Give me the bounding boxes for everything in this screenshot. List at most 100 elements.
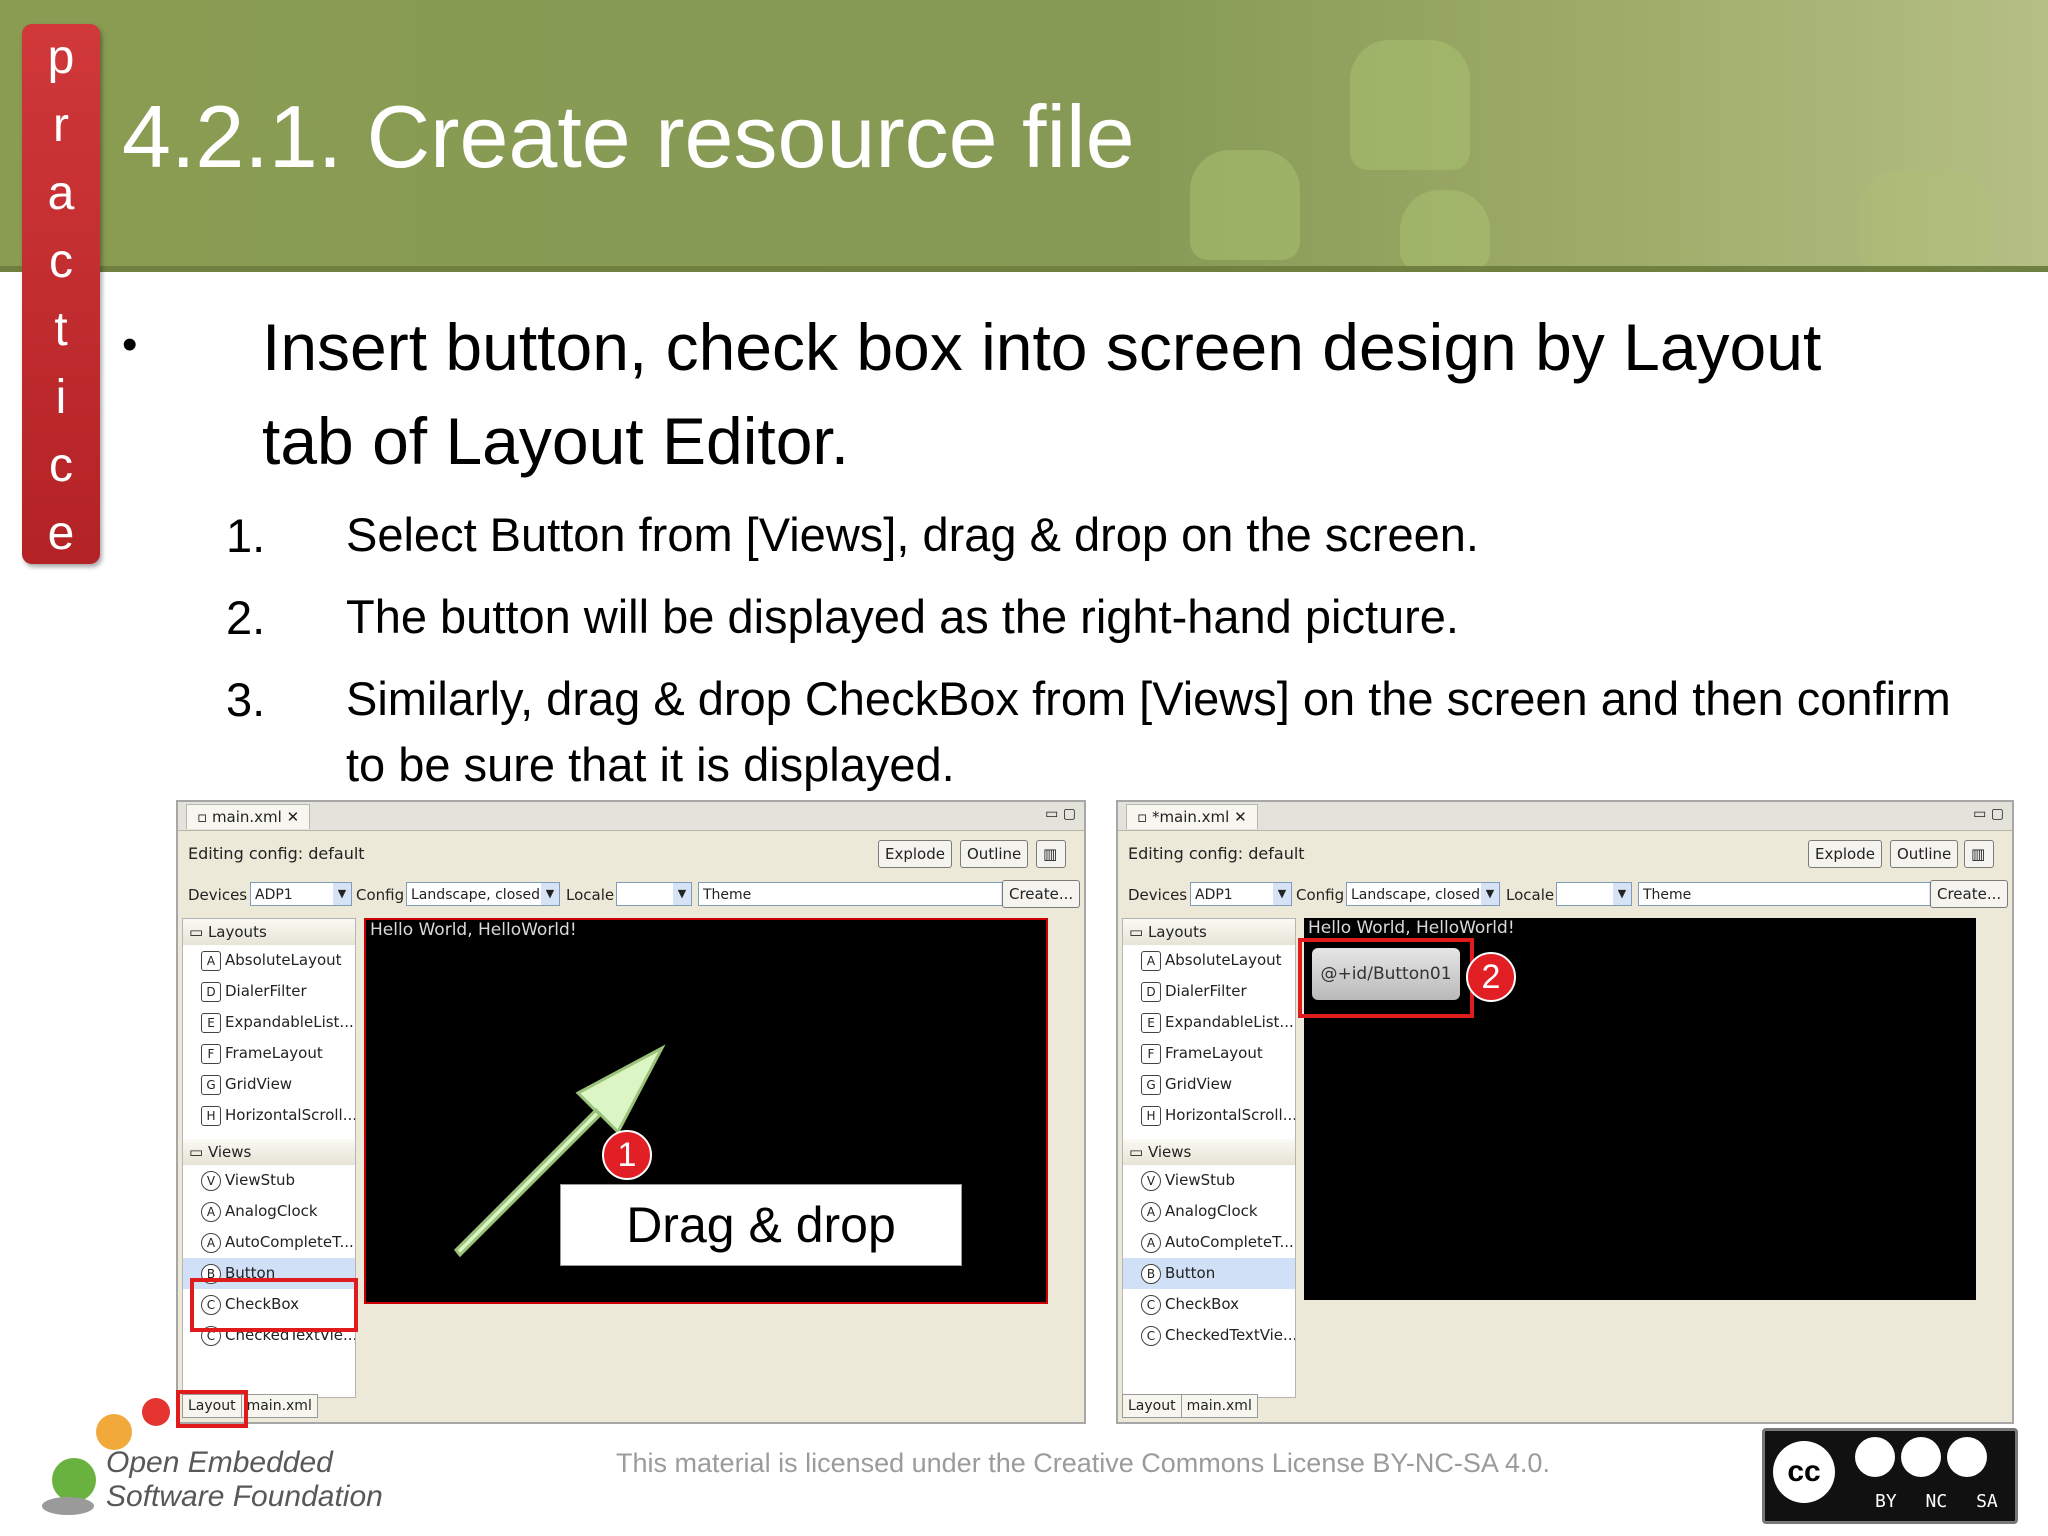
views-section-header[interactable]: ▭ Views <box>1123 1139 1295 1165</box>
sharealike-icon <box>1947 1437 1987 1477</box>
logo-line: Open Embedded <box>106 1446 333 1479</box>
step-number: 2. <box>226 591 266 644</box>
locale-select[interactable]: ▼ <box>616 882 692 906</box>
window-controls[interactable]: ▭ ▢ <box>1973 806 2004 822</box>
device-select[interactable]: ADP1 ▼ <box>250 882 352 906</box>
android-watermark <box>1860 170 1990 270</box>
chevron-down-icon: ▼ <box>333 883 351 905</box>
xml-file-icon: ▫ <box>197 808 212 826</box>
widget-icon: H <box>201 1105 221 1126</box>
palette-item[interactable]: D DialerFilter <box>1123 976 1295 1007</box>
outline-button[interactable]: Outline <box>960 840 1029 868</box>
theme-select[interactable]: Theme▼ <box>698 882 1020 906</box>
panel-toggle-icon[interactable]: ▥ <box>1036 840 1066 868</box>
views-section-header[interactable]: ▭ Views <box>183 1139 355 1165</box>
tab-main-xml[interactable]: main.xml <box>1180 1394 1258 1418</box>
widget-icon: C <box>1141 1294 1161 1315</box>
noncommercial-icon <box>1901 1437 1941 1477</box>
config-label: Config <box>356 886 405 904</box>
widget-icon: F <box>1141 1043 1161 1064</box>
highlight-dropped-button <box>1298 938 1474 1018</box>
folder-icon: ▭ <box>189 1143 208 1161</box>
palette-item-button[interactable]: B Button <box>1123 1258 1295 1289</box>
widget-icon: H <box>1141 1105 1161 1126</box>
widget-icon: C <box>1141 1325 1161 1346</box>
create-button[interactable]: Create... <box>1002 880 1081 908</box>
bullet-text: Insert button, check box into screen des… <box>262 310 1822 478</box>
palette-item[interactable]: A AbsoluteLayout <box>183 945 355 976</box>
widget-icon: D <box>1141 981 1161 1002</box>
palette-item[interactable]: D DialerFilter <box>183 976 355 1007</box>
widget-icon: G <box>201 1074 221 1095</box>
palette-item[interactable]: A AutoCompleteT... <box>183 1227 355 1258</box>
folder-icon: ▭ <box>1129 1143 1148 1161</box>
callout-number: 1 <box>602 1130 652 1180</box>
palette-item[interactable]: E ExpandableList... <box>1123 1007 1295 1038</box>
devices-label: Devices <box>1128 886 1188 904</box>
file-tab[interactable]: ▫ *main.xml ✕ <box>1126 804 1258 829</box>
palette-item[interactable]: G GridView <box>183 1069 355 1100</box>
chevron-down-icon: ▼ <box>1481 883 1499 905</box>
chevron-down-icon: ▼ <box>1273 883 1291 905</box>
close-icon[interactable]: ✕ <box>287 808 300 826</box>
outline-button[interactable]: Outline <box>1890 840 1959 868</box>
config-select[interactable]: Landscape, closed ▼ <box>1346 882 1500 906</box>
widget-icon: A <box>201 950 221 971</box>
folder-icon: ▭ <box>189 923 208 941</box>
layouts-section-header[interactable]: ▭ Layouts <box>1123 919 1295 945</box>
locale-select[interactable]: ▼ <box>1556 882 1632 906</box>
oesf-logo-text: Open Embedded Software Foundation <box>106 1446 383 1514</box>
palette-item[interactable]: V ViewStub <box>1123 1165 1295 1196</box>
step-text: The button will be displayed as the righ… <box>346 590 1459 643</box>
tab-main-xml[interactable]: main.xml <box>240 1394 318 1418</box>
step-number: 1. <box>226 509 266 562</box>
palette-item[interactable]: F FrameLayout <box>183 1038 355 1069</box>
theme-select[interactable]: Theme▼ <box>1638 882 1948 906</box>
layout-editor-screenshot-after: ▫ *main.xml ✕ ▭ ▢ Editing config: defaul… <box>1116 800 2014 1424</box>
practice-letter: a <box>47 167 75 220</box>
android-watermark <box>1400 190 1490 270</box>
practice-letter: r <box>53 99 69 152</box>
devices-label: Devices <box>188 886 248 904</box>
explode-button[interactable]: Explode <box>1808 840 1882 868</box>
palette-item[interactable]: A AbsoluteLayout <box>1123 945 1295 976</box>
palette-item[interactable]: C CheckBox <box>1123 1289 1295 1320</box>
widget-icon: B <box>1141 1263 1161 1284</box>
panel-toggle-icon[interactable]: ▥ <box>1964 840 1994 868</box>
widget-icon: F <box>201 1043 221 1064</box>
config-select[interactable]: Landscape, closed ▼ <box>406 882 560 906</box>
xml-file-icon: ▫ <box>1137 808 1152 826</box>
editor-bottom-tabs: Layout main.xml <box>1122 1394 1258 1418</box>
palette-item[interactable]: H HorizontalScroll... <box>1123 1100 1295 1131</box>
android-watermark <box>1190 150 1300 260</box>
palette-item[interactable]: G GridView <box>1123 1069 1295 1100</box>
practice-letter: c <box>49 235 73 288</box>
palette-panel: ▭ Layouts A AbsoluteLayout D DialerFilter … <box>1122 918 1296 1398</box>
palette-item[interactable]: A AnalogClock <box>1123 1196 1295 1227</box>
explode-button[interactable]: Explode <box>878 840 952 868</box>
hello-world-text: Hello World, HelloWorld! <box>370 920 577 940</box>
tab-layout[interactable]: Layout <box>1122 1394 1182 1418</box>
cc-license-badge: cc BY NC SA <box>1762 1428 2018 1524</box>
folder-icon: ▭ <box>1129 923 1148 941</box>
android-watermark <box>1350 40 1470 170</box>
palette-item[interactable]: A AutoCompleteT... <box>1123 1227 1295 1258</box>
palette-item[interactable]: F FrameLayout <box>1123 1038 1295 1069</box>
chevron-down-icon: ▼ <box>1613 883 1631 905</box>
drag-drop-label: Drag & drop <box>560 1184 962 1266</box>
close-icon[interactable]: ✕ <box>1234 808 1247 826</box>
widget-icon: E <box>1141 1012 1161 1033</box>
palette-item[interactable]: H HorizontalScroll... <box>183 1100 355 1131</box>
logo-line: Software Foundation <box>106 1480 383 1513</box>
file-tab[interactable]: ▫ main.xml ✕ <box>186 804 311 829</box>
window-controls[interactable]: ▭ ▢ <box>1045 806 1076 822</box>
practice-tab: p r a c t i c e <box>22 24 100 564</box>
palette-item[interactable]: E ExpandableList... <box>183 1007 355 1038</box>
layouts-section-header[interactable]: ▭ Layouts <box>183 919 355 945</box>
copyright-text: This material is licensed under the Crea… <box>616 1448 1550 1478</box>
palette-item[interactable]: C CheckedTextVie... <box>1123 1320 1295 1351</box>
palette-item[interactable]: A AnalogClock <box>183 1196 355 1227</box>
device-select[interactable]: ADP1 ▼ <box>1190 882 1292 906</box>
create-button[interactable]: Create... <box>1930 880 2009 908</box>
palette-item[interactable]: V ViewStub <box>183 1165 355 1196</box>
